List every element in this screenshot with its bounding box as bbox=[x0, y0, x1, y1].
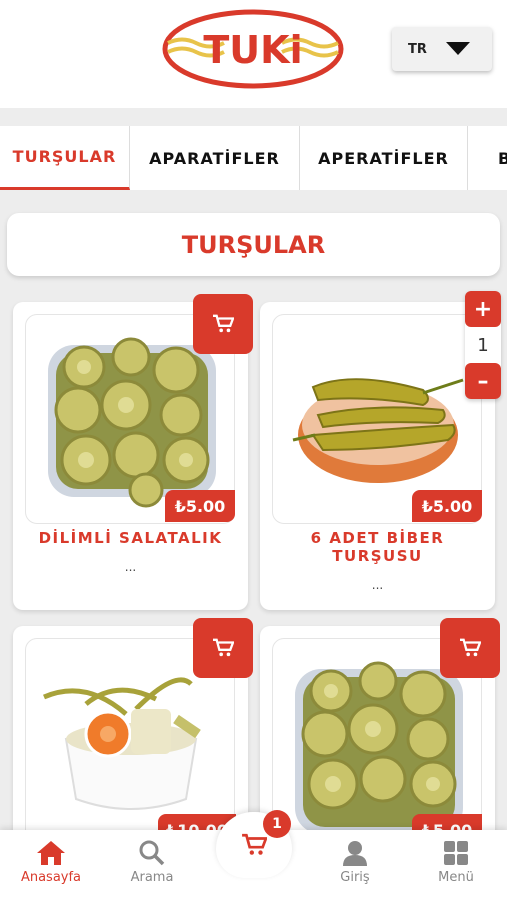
quantity-value: 1 bbox=[477, 334, 489, 356]
language-label: TR bbox=[408, 41, 427, 57]
add-to-cart-button[interactable] bbox=[440, 618, 500, 678]
nav-menu[interactable]: Menü bbox=[416, 840, 496, 885]
add-to-cart-button[interactable] bbox=[193, 618, 253, 678]
product-card[interactable]: ₺10.00 bbox=[13, 618, 253, 856]
nav-home[interactable]: Anasayfa bbox=[11, 840, 91, 885]
product-card[interactable]: ₺5.00 DİLİMLİ SALATALIK ... bbox=[13, 294, 253, 610]
tuki-logo[interactable]: TUKi bbox=[162, 8, 344, 90]
add-to-cart-button[interactable] bbox=[193, 294, 253, 354]
logo-text: TUKi bbox=[203, 28, 302, 72]
search-icon bbox=[139, 840, 165, 866]
home-icon bbox=[37, 841, 65, 865]
cart-count-badge: 1 bbox=[263, 810, 291, 838]
product-description: ... bbox=[124, 560, 137, 574]
section-title: TURŞULAR bbox=[7, 213, 500, 276]
app-header: TUKi TR bbox=[0, 0, 507, 108]
cart-icon bbox=[460, 638, 481, 657]
grid-icon bbox=[444, 841, 468, 865]
product-description: ... bbox=[371, 578, 384, 592]
increase-quantity-button[interactable]: + bbox=[465, 291, 501, 327]
price-badge: ₺5.00 bbox=[165, 490, 235, 522]
nav-label: Anasayfa bbox=[20, 870, 82, 885]
product-card[interactable]: ₺5.00 6 ADET BİBER TURŞUSU ... bbox=[260, 302, 495, 610]
tab-aparatifler[interactable]: APARATİFLER bbox=[130, 126, 300, 190]
caret-down-icon bbox=[446, 42, 470, 55]
user-icon bbox=[343, 841, 367, 866]
category-tabs: TURŞULAR APARATİFLER APERATİFLER B bbox=[0, 126, 507, 190]
cart-icon bbox=[213, 314, 234, 333]
nav-search[interactable]: Arama bbox=[112, 840, 192, 885]
price-badge: ₺5.00 bbox=[412, 490, 482, 522]
cart-icon bbox=[242, 833, 267, 855]
product-card[interactable]: ₺5.00 bbox=[260, 618, 500, 856]
nav-label: Arama bbox=[130, 870, 174, 885]
product-name: 6 ADET BİBER TURŞUSU bbox=[310, 529, 445, 565]
product-name: DİLİMLİ SALATALIK bbox=[38, 529, 223, 547]
tab-partial[interactable]: B bbox=[468, 126, 507, 190]
nav-login[interactable]: Giriş bbox=[315, 840, 395, 885]
quantity-stepper[interactable]: + 1 – bbox=[465, 291, 501, 399]
decrease-quantity-button[interactable]: – bbox=[465, 363, 501, 399]
cart-icon bbox=[213, 638, 234, 657]
nav-label: Menü bbox=[438, 870, 474, 885]
nav-label: Giriş bbox=[340, 870, 370, 885]
language-selector[interactable]: TR bbox=[392, 27, 492, 71]
tab-aperatifler[interactable]: APERATİFLER bbox=[300, 126, 468, 190]
tab-tursular[interactable]: TURŞULAR bbox=[0, 126, 130, 190]
